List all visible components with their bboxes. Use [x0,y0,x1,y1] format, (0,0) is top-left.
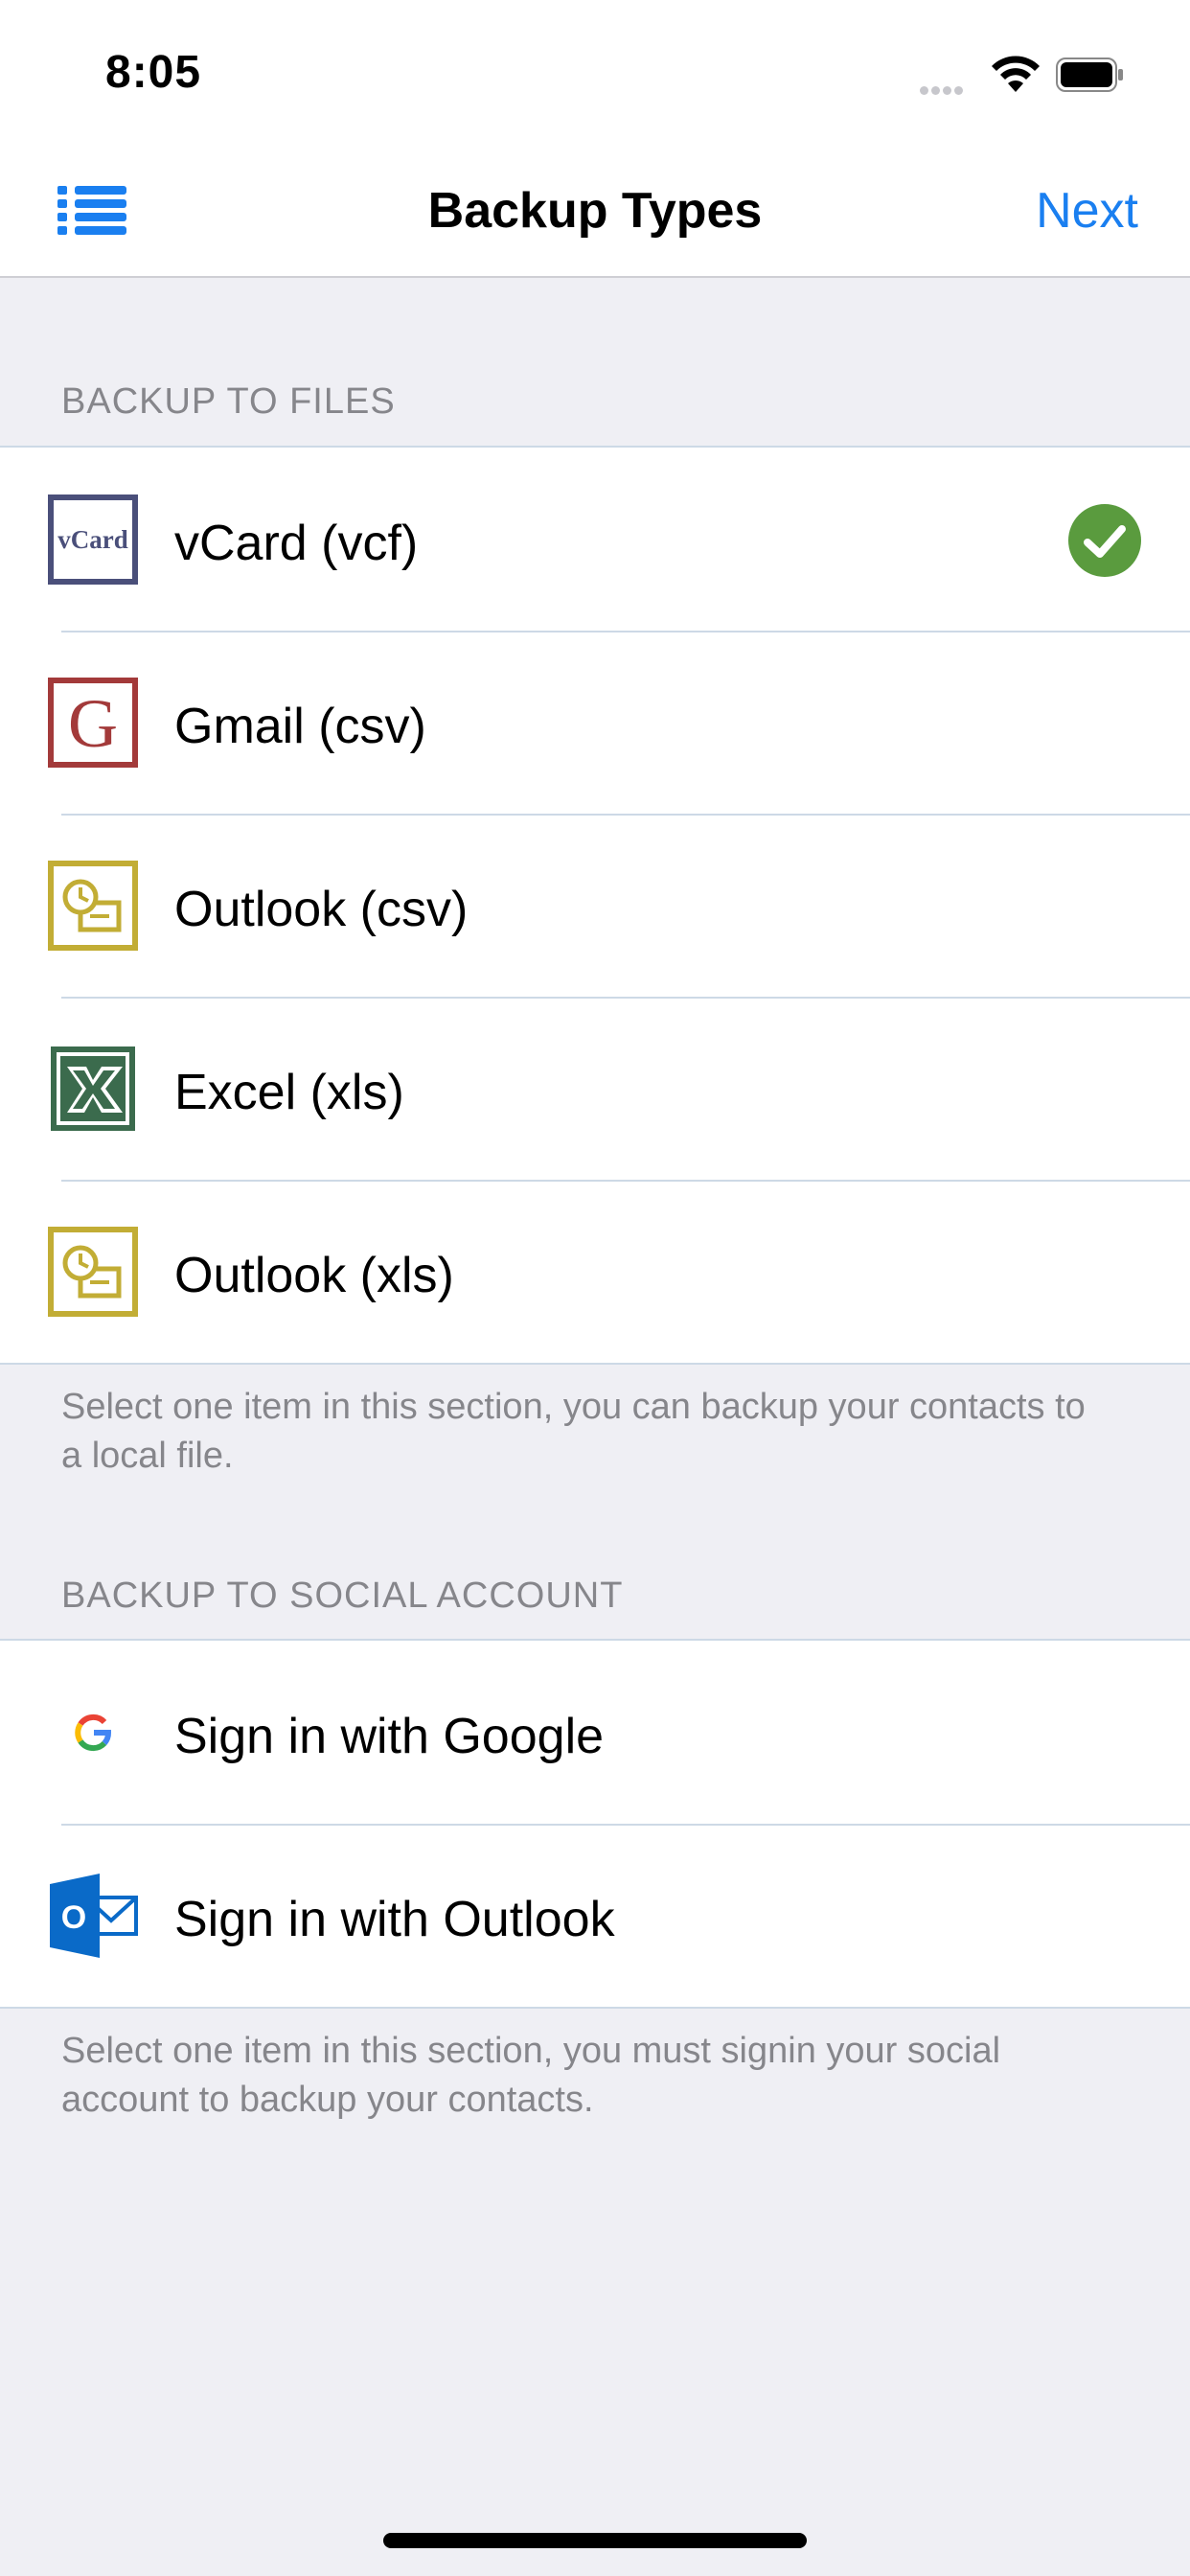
svg-text:O: O [61,1899,86,1936]
selected-checkmark-icon [1068,504,1141,577]
outlook-mail-icon: O [50,1874,138,1958]
status-time: 8:05 [105,47,202,98]
list-menu-icon[interactable] [57,182,128,240]
excel-icon [51,1046,135,1131]
status-bar: 8:05 [0,0,1190,144]
navigation-bar: Backup Types Next [0,144,1190,278]
backup-type-row-gmail[interactable]: G Gmail (csv) [0,631,1190,814]
outlook-xls-icon [48,1227,138,1317]
google-icon [75,1714,111,1752]
section-footer-social: Select one item in this section, you mus… [61,2031,1001,2120]
svg-text:vCard: vCard [57,525,128,554]
page-title: Backup Types [427,183,763,239]
section-header-files: BACKUP TO FILES [61,381,396,422]
battery-icon [1056,58,1123,92]
backup-type-label: Gmail (csv) [174,699,426,754]
outlook-csv-icon [48,861,138,951]
backup-type-row-vcard[interactable]: vCard vCard (vcf) [0,448,1190,631]
backup-type-label: Outlook (xls) [174,1248,454,1303]
gmail-icon: G [48,678,138,768]
vcard-icon: vCard [48,494,138,585]
sign-in-outlook-row[interactable]: O Sign in with Outlook [0,1824,1190,2007]
section-header-social: BACKUP TO SOCIAL ACCOUNT [61,1576,624,1616]
backup-type-row-outlook-xls[interactable]: Outlook (xls) [0,1180,1190,1363]
backup-type-row-outlook-csv[interactable]: Outlook (csv) [0,814,1190,997]
sign-in-google-label: Sign in with Google [174,1709,605,1764]
sign-in-google-row[interactable]: Sign in with Google [0,1641,1190,1824]
wifi-icon [992,56,1040,92]
backup-type-label: Excel (xls) [174,1065,404,1120]
sign-in-outlook-label: Sign in with Outlook [174,1892,615,1947]
home-indicator[interactable] [383,2533,807,2548]
cellular-signal-icon [920,82,966,100]
backup-type-label: vCard (vcf) [174,516,419,571]
social-group: Sign in with Google O Sign in with Outlo… [0,1639,1190,2009]
files-group: vCard vCard (vcf) G Gmail (csv) Outlook … [0,446,1190,1365]
backup-type-label: Outlook (csv) [174,882,469,937]
svg-text:G: G [68,685,118,762]
section-footer-files: Select one item in this section, you can… [61,1387,1086,1476]
next-button[interactable]: Next [1036,182,1138,240]
backup-type-row-excel[interactable]: Excel (xls) [0,997,1190,1180]
